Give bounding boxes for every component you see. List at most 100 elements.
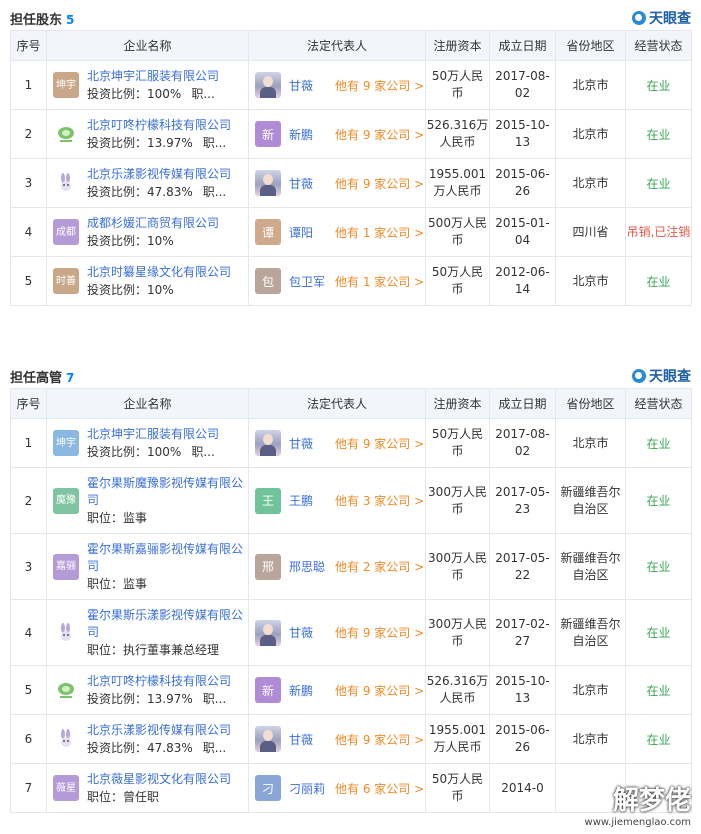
company-name-link[interactable]: 霍尔果斯魔豫影视传媒有限公司 [87, 475, 244, 509]
enterprise: 北京叮咚柠檬科技有限公司 投资比例：13.97% 职... [47, 117, 248, 152]
region: 新疆维吾尔自治区 [555, 533, 626, 600]
other-companies-link[interactable]: 他有 3 家公司 > [335, 492, 424, 509]
capital-text: 1955.001万人民币 [428, 723, 487, 754]
row-index: 1 [10, 60, 47, 110]
executive-title-wrap: 担任高管 7 [10, 367, 74, 386]
company-detail: 职位：监事 [87, 575, 244, 593]
other-companies-link[interactable]: 他有 9 家公司 > [335, 435, 424, 452]
column-header: 注册资本 [425, 30, 490, 61]
established-date: 2015-10-13 [489, 665, 556, 715]
company-detail-text: 职位：监事 [87, 576, 148, 591]
legal-rep: 谭谭阳 他有 1 家公司 > [249, 219, 425, 245]
enterprise: 嘉骊 霍尔果斯嘉骊影视传媒有限公司 职位：监事 [47, 541, 248, 593]
other-companies-link[interactable]: 他有 1 家公司 > [335, 224, 424, 241]
region-text: 北京市 [572, 175, 609, 190]
legal-rep-link[interactable]: 甘薇 [289, 435, 335, 452]
enterprise-cell: 坤宇 北京坤宇汇服装有限公司 投资比例：100% 职... [46, 60, 249, 110]
company-name-link[interactable]: 霍尔果斯乐漾影视传媒有限公司 [87, 607, 244, 641]
company-logo: 嘉骊 [53, 553, 79, 580]
legal-rep-link[interactable]: 甘薇 [289, 175, 335, 192]
tianyancha-icon [632, 369, 646, 383]
table-row: 1 坤宇 北京坤宇汇服装有限公司 投资比例：100% 职... 甘薇 他有 9 家公司 >5… [10, 60, 692, 110]
legal-rep-link[interactable]: 甘薇 [289, 731, 335, 748]
company-name-link[interactable]: 北京薇星影视文化有限公司 [87, 771, 231, 788]
shareholder-section: 担任股东 5 天眼查 序号 企业名称 法定代表人 注册资本 成立日期 省份地区 经营状态 1坤… [10, 6, 692, 306]
legal-rep: 新新鹏 他有 9 家公司 > [249, 677, 425, 703]
business-status: 在业 [625, 418, 692, 468]
company-name-link[interactable]: 北京坤宇汇服装有限公司 [87, 426, 219, 443]
legal-rep: 甘薇 他有 9 家公司 > [249, 619, 425, 646]
company-name-link[interactable]: 北京叮咚柠檬科技有限公司 [87, 117, 231, 134]
other-companies-link[interactable]: 他有 9 家公司 > [335, 126, 424, 143]
company-name-link[interactable]: 北京乐漾影视传媒有限公司 [87, 722, 231, 739]
person-avatar: 新 [255, 121, 281, 147]
established-date: 2015-06-26 [489, 714, 556, 764]
business-status: 在业 [625, 714, 692, 764]
company-logo: 坤宇 [53, 430, 79, 456]
legal-rep: 王王鹏 他有 3 家公司 > [249, 487, 425, 514]
legal-rep: 包包卫军 他有 1 家公司 > [249, 268, 425, 294]
brand-logo[interactable]: 天眼查 [632, 8, 691, 28]
legal-rep-link[interactable]: 甘薇 [289, 77, 335, 94]
other-companies-link[interactable]: 他有 6 家公司 > [335, 780, 424, 797]
business-status: 在业 [625, 599, 692, 666]
legal-rep-link[interactable]: 刁丽莉 [289, 780, 335, 797]
other-companies-link[interactable]: 他有 9 家公司 > [335, 731, 424, 748]
enterprise-text: 北京叮咚柠檬科技有限公司 投资比例：13.97% 职... [87, 673, 231, 708]
company-detail: 投资比例：10% [87, 281, 231, 299]
legal-rep-link[interactable]: 甘薇 [289, 624, 335, 641]
capital-text: 50万人民币 [431, 427, 484, 458]
company-name-link[interactable]: 北京叮咚柠檬科技有限公司 [87, 673, 231, 690]
region-text: 北京市 [572, 126, 609, 141]
capital-text: 50万人民币 [431, 772, 484, 803]
brand-logo[interactable]: 天眼查 [632, 366, 691, 386]
region: 北京市 [555, 158, 626, 208]
company-logo-text: 嘉骊 [56, 561, 76, 572]
legal-rep-link[interactable]: 王鹏 [289, 492, 335, 509]
established-date: 2017-08-02 [489, 60, 556, 110]
established-date: 2015-01-04 [489, 207, 556, 257]
table-row: 5 时善 北京时纂星缘文化有限公司 投资比例：10% 包包卫军 他有 1 家公司 >50万… [10, 256, 692, 306]
legal-rep-cell: 谭谭阳 他有 1 家公司 > [248, 207, 426, 257]
row-index: 3 [10, 158, 47, 208]
enterprise-text: 成都杉媛汇商贸有限公司 投资比例：10% [87, 215, 219, 250]
legal-rep: 刁刁丽莉 他有 6 家公司 > [249, 775, 425, 801]
company-name-link[interactable]: 北京乐漾影视传媒有限公司 [87, 166, 231, 183]
row-index: 6 [10, 714, 47, 764]
company-logo: 时善 [53, 268, 79, 294]
other-companies-link[interactable]: 他有 9 家公司 > [335, 682, 424, 699]
other-companies-link[interactable]: 他有 1 家公司 > [335, 273, 424, 290]
region: 北京市 [555, 60, 626, 110]
company-name-link[interactable]: 霍尔果斯嘉骊影视传媒有限公司 [87, 541, 244, 575]
table-row: 2 北京叮咚柠檬科技有限公司 投资比例：13.97% 职... 新新鹏 他有 9 家公司 … [10, 109, 692, 159]
business-status: 在业 [625, 256, 692, 306]
table-row: 3 嘉骊 霍尔果斯嘉骊影视传媒有限公司 职位：监事邢邢思聪 他有 2 家公司 >300万… [10, 533, 692, 600]
other-companies-link[interactable]: 他有 9 家公司 > [335, 624, 424, 641]
company-name-link[interactable]: 北京坤宇汇服装有限公司 [87, 68, 219, 85]
legal-rep-link[interactable]: 谭阳 [289, 224, 335, 241]
company-logo: 成都 [53, 219, 79, 245]
company-detail-text: 投资比例：13.97% [87, 135, 193, 150]
company-detail: 投资比例：10% [87, 232, 219, 250]
row-index: 2 [10, 467, 47, 534]
company-name-link[interactable]: 北京时纂星缘文化有限公司 [87, 264, 231, 281]
legal-rep: 邢邢思聪 他有 2 家公司 > [249, 553, 425, 580]
region: 新疆维吾尔自治区 [555, 599, 626, 666]
legal-rep-link[interactable]: 包卫军 [289, 273, 335, 290]
executive-rows: 1 坤宇 北京坤宇汇服装有限公司 投资比例：100% 职... 甘薇 他有 9 家公司 >5… [10, 418, 692, 813]
other-companies-link[interactable]: 他有 9 家公司 > [335, 77, 424, 94]
enterprise: 霍尔果斯乐漾影视传媒有限公司 职位：执行董事兼总经理 [47, 607, 248, 659]
company-name-link[interactable]: 成都杉媛汇商贸有限公司 [87, 215, 219, 232]
shareholder-count: 5 [66, 12, 75, 27]
legal-rep-link[interactable]: 新鹏 [289, 682, 335, 699]
region: 新疆维吾尔自治区 [555, 467, 626, 534]
other-companies-link[interactable]: 他有 9 家公司 > [335, 175, 424, 192]
detail-more-text: 职... [202, 135, 227, 150]
company-detail-text: 投资比例：47.83% [87, 184, 193, 199]
other-companies-link[interactable]: 他有 2 家公司 > [335, 558, 424, 575]
column-header: 序号 [10, 388, 47, 419]
legal-rep-link[interactable]: 邢思聪 [289, 558, 335, 575]
company-logo-text: 坤宇 [56, 79, 76, 91]
legal-rep-link[interactable]: 新鹏 [289, 126, 335, 143]
executive-count: 7 [66, 370, 75, 385]
